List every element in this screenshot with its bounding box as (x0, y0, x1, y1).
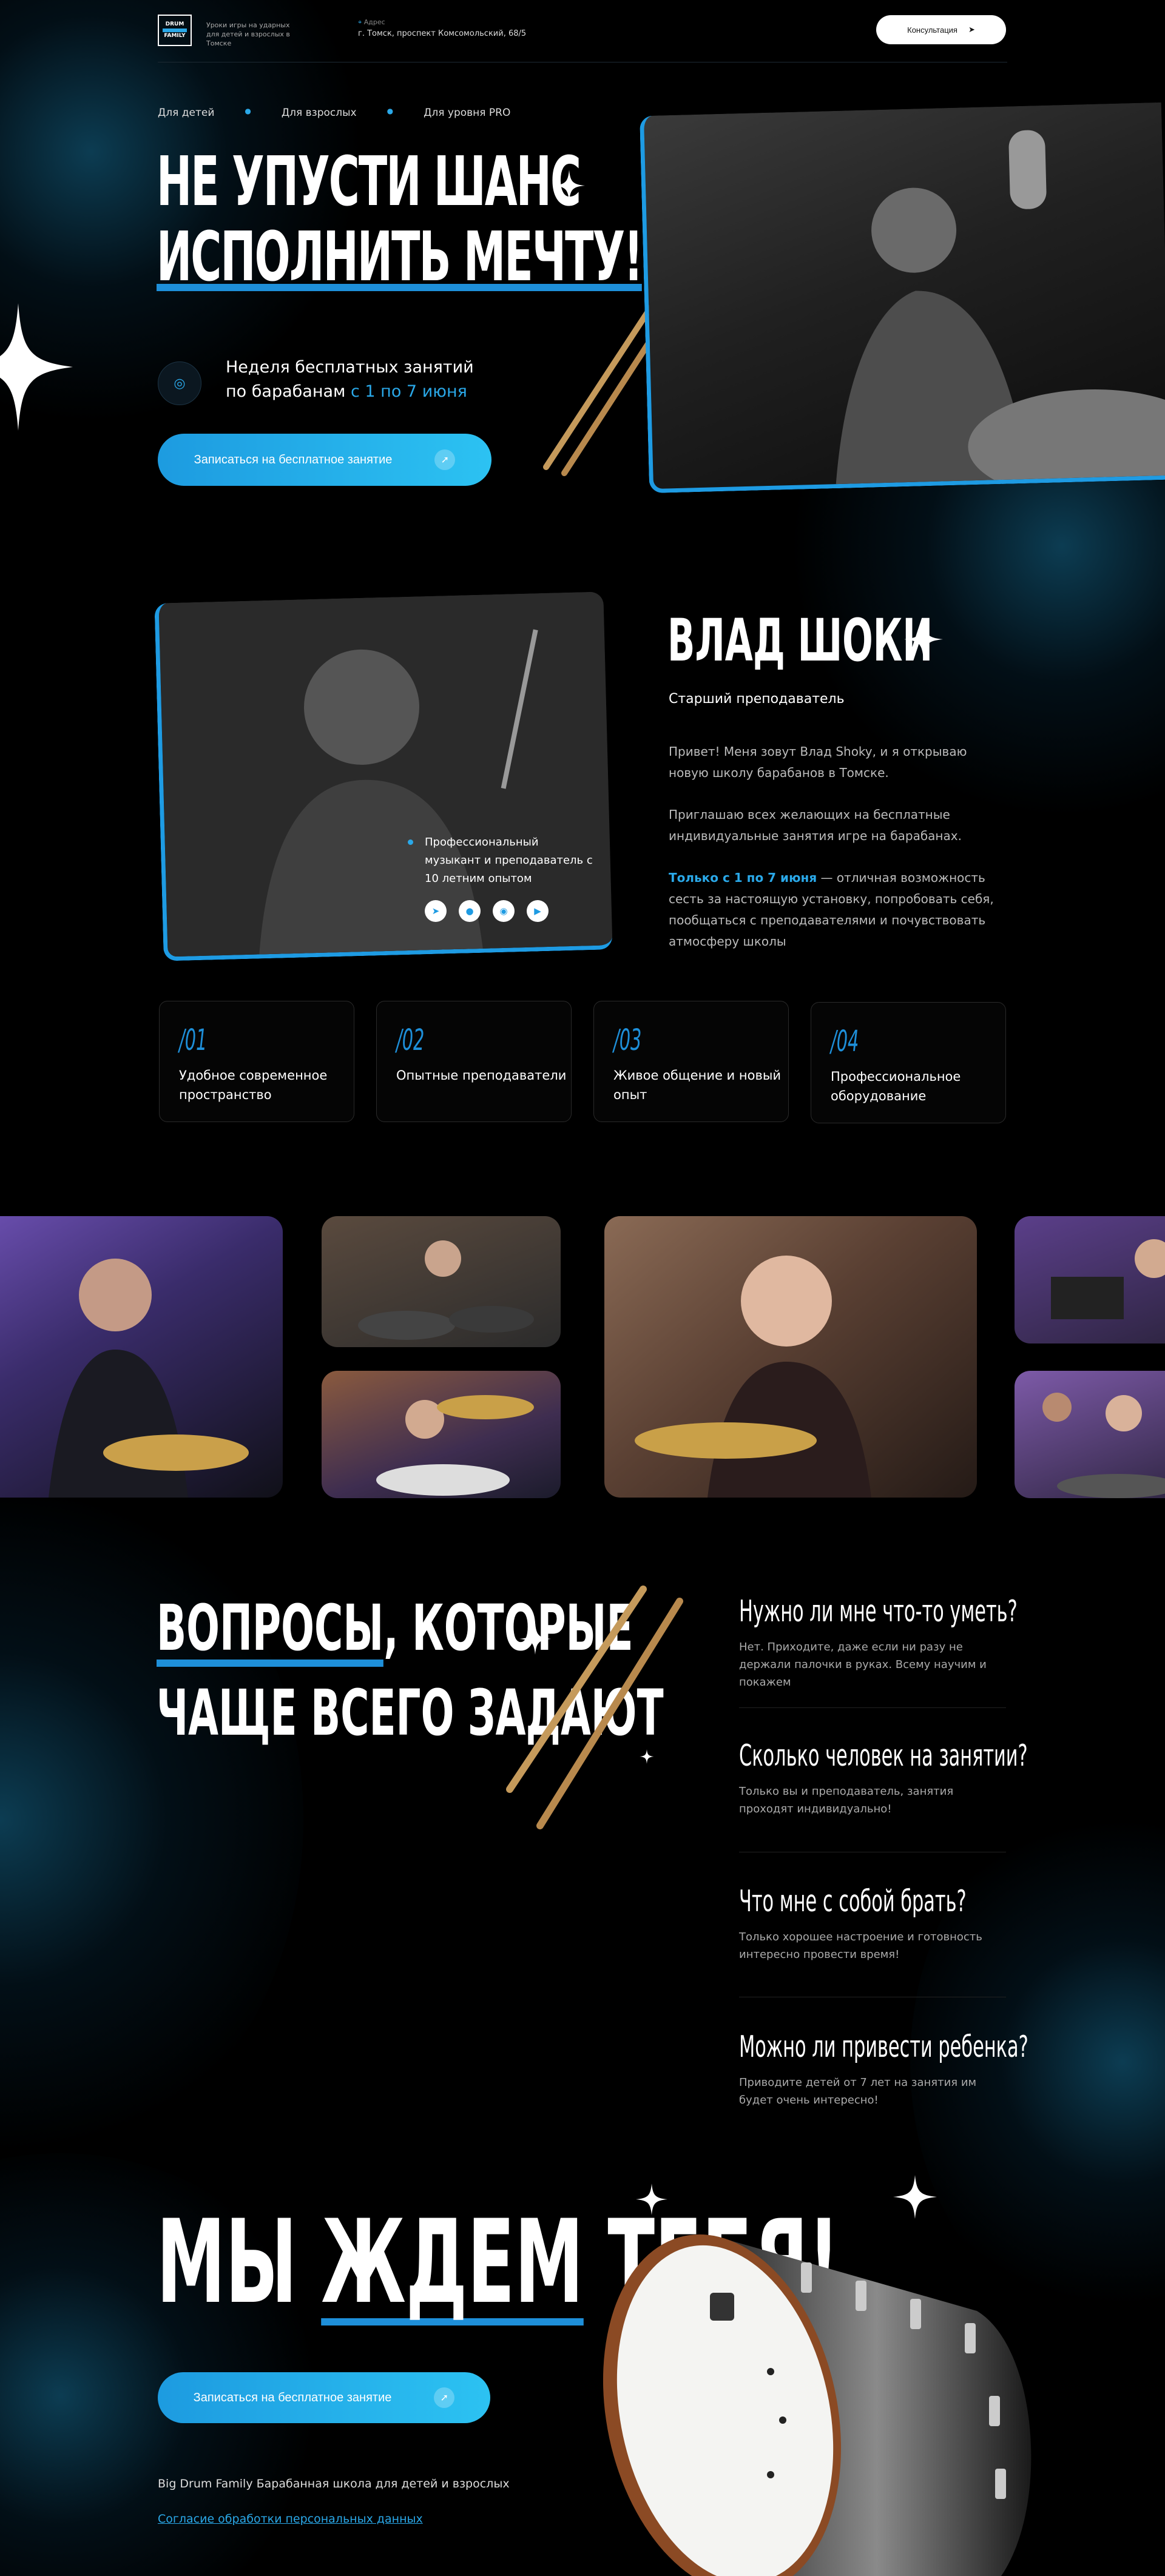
hero-title-line2: ИСПОЛНИТЬ МЕЧТУ! (157, 218, 643, 297)
teacher-name: ВЛАД ШОКИ (667, 607, 933, 674)
consultation-button[interactable]: Консультация ➤ (876, 15, 1006, 44)
hero-drummer-photo (640, 102, 1165, 494)
teacher-role: Старший преподаватель (669, 691, 845, 707)
gallery-photo (322, 1216, 561, 1347)
audience-nav: Для детей ● Для взрослых ● Для уровня PR… (158, 107, 510, 119)
nav-kids[interactable]: Для детей (158, 107, 214, 119)
logo-text-1: DRUM (165, 21, 184, 27)
nav-adults[interactable]: Для взрослых (282, 107, 357, 119)
faq-answer: Нет. Приходите, даже если ни разу не дер… (739, 1641, 987, 1689)
sparkle-icon (893, 2175, 937, 2219)
feature-number: /01 (179, 1023, 208, 1057)
free-week-text: Неделя бесплатных занятий по барабанам с… (226, 355, 474, 404)
feature-text: Опытные преподаватели (396, 1068, 567, 1083)
free-week-line2: по барабанам (226, 382, 351, 401)
teacher-offer: Только с 1 по 7 июня — отличная возможно… (669, 867, 1008, 952)
faq-item[interactable]: Сколько человек на занятии? Только вы и … (739, 1738, 1028, 1818)
logo-text-2: FAMILY (164, 33, 186, 39)
drum-icon: ◎ (158, 362, 201, 405)
faq-item[interactable]: Что мне с собой брать? Только хорошее на… (739, 1884, 1006, 1963)
feature-card: /03 Живое общение и новый опыт (593, 1001, 789, 1122)
gallery-photo (1015, 1216, 1165, 1343)
address-label: ⌖ Адрес (358, 18, 385, 26)
gallery-photo (604, 1216, 977, 1498)
footer-text: Big Drum Family Барабанная школа для дет… (158, 2477, 510, 2490)
teacher-intro: Привет! Меня зовут Влад Shoky, и я откры… (669, 744, 967, 780)
pin-icon: ⌖ (358, 18, 364, 26)
feature-number: /02 (396, 1023, 425, 1057)
faq-answer: Только хорошее настроение и готовность и… (739, 1931, 982, 1961)
telegram-icon[interactable]: ➤ (425, 900, 447, 922)
arrow-icon: ➚ (434, 2387, 455, 2408)
logo[interactable]: DRUM FAMILY (158, 15, 192, 46)
teacher-invite: Приглашаю всех желающих на бесплатные ин… (669, 807, 962, 843)
final-title-part1: МЫ (157, 2195, 322, 2329)
faq-item[interactable]: Нужно ли мне что-то уметь? Нет. Приходит… (739, 1594, 1018, 1691)
bass-drum-image (603, 2234, 1032, 2576)
faq-question: Нужно ли мне что-то уметь? (739, 1594, 1018, 1629)
feature-number: /03 (613, 1023, 642, 1057)
sparkle-icon (904, 620, 943, 659)
gallery-photo (322, 1371, 561, 1498)
final-title-underlined: ЖДЕМ (321, 2195, 584, 2329)
arrow-icon: ➚ (434, 449, 456, 470)
faq-item[interactable]: Можно ли привести ребенка? Приводите дет… (739, 2030, 1028, 2109)
signup-label: Записаться на бесплатное занятие (194, 452, 393, 466)
feature-text: Живое общение и новый опыт (613, 1068, 782, 1102)
drumsticks-image (506, 1586, 683, 1829)
badge-dot (408, 839, 413, 845)
signup-button[interactable]: Записаться на бесплатное занятие ➚ (158, 434, 491, 486)
vk-icon[interactable]: ● (459, 900, 481, 922)
faq-answer: Приводите детей от 7 лет на занятия им б… (739, 2076, 977, 2107)
feature-text: Профессиональное оборудование (831, 1069, 961, 1103)
signup-button-bottom[interactable]: Записаться на бесплатное занятие ➚ (158, 2372, 490, 2423)
gallery-photo (1015, 1371, 1165, 1498)
header-tagline: Уроки игры на ударных для детей и взросл… (206, 21, 290, 47)
privacy-link[interactable]: Согласие обработки персональных данных (158, 2512, 423, 2526)
feature-text: Удобное современное пространство (179, 1068, 328, 1102)
nav-separator: ● (387, 107, 394, 115)
offer-dates: Только с 1 по 7 июня (669, 870, 817, 885)
signup-label: Записаться на бесплатное занятие (193, 2390, 392, 2404)
free-week-line1: Неделя бесплатных занятий (226, 358, 474, 377)
faq-title-underlined: ВОПРОСЫ (157, 1586, 384, 1670)
instagram-icon[interactable]: ◉ (493, 900, 515, 922)
faq-question: Что мне с собой брать? (739, 1884, 967, 1919)
feature-number: /04 (831, 1024, 859, 1058)
youtube-icon[interactable]: ▶ (527, 900, 549, 922)
sparkle-icon (553, 170, 585, 201)
faq-divider (739, 1707, 1006, 1708)
free-week-dates: с 1 по 7 июня (350, 382, 467, 401)
hero-title: НЕ УПУСТИ ШАНС ИСПОЛНИТЬ МЕЧТУ! (157, 144, 643, 297)
teacher-badge: Профессиональный музыкант и преподавател… (425, 836, 593, 885)
address: г. Томск, проспект Комсомольский, 68/5 (358, 29, 527, 38)
sparkle-icon (0, 303, 73, 431)
nav-pro[interactable]: Для уровня PRO (424, 107, 510, 119)
faq-question: Сколько человек на занятии? (739, 1738, 1028, 1773)
consultation-label: Консультация (907, 25, 957, 35)
faq-question: Можно ли привести ребенка? (739, 2030, 1028, 2064)
feature-card: /02 Опытные преподаватели (376, 1001, 572, 1122)
send-icon: ➤ (968, 25, 975, 34)
faq-answer: Только вы и преподаватель, занятия прохо… (739, 1785, 954, 1815)
feature-card: /01 Удобное современное пространство (159, 1001, 354, 1122)
feature-card: /04 Профессиональное оборудование (811, 1002, 1006, 1123)
gallery-photo (0, 1216, 283, 1498)
nav-separator: ● (245, 107, 251, 115)
